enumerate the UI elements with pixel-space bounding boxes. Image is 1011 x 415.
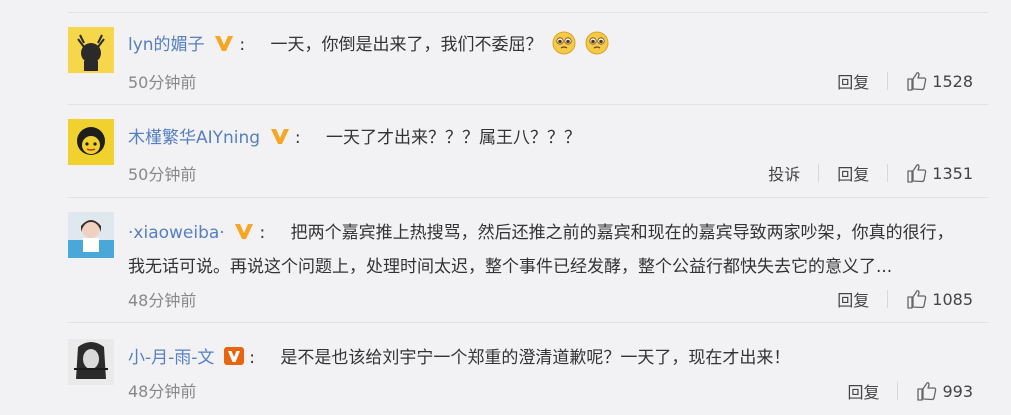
thumbs-up-icon <box>907 290 927 309</box>
action-divider <box>897 382 899 400</box>
verified-v-icon <box>235 224 254 239</box>
reply-button[interactable]: 回复 <box>837 69 869 93</box>
comment-item: ·xiaoweiba· : 把两个嘉宾推上热搜骂，然后还推之前的嘉宾和现在的嘉宾… <box>68 198 988 322</box>
comment-actions: 投诉 回复 1351 <box>768 161 973 185</box>
action-divider <box>887 290 889 308</box>
action-divider <box>887 164 889 182</box>
report-button[interactable]: 投诉 <box>768 161 800 185</box>
like-button[interactable]: 1085 <box>906 288 973 310</box>
username-link[interactable]: 木槿繁华AIYning <box>128 128 260 148</box>
like-count: 1085 <box>932 289 973 309</box>
avatar[interactable] <box>68 339 114 385</box>
comment-header: lyn的媚子 : 一天，你倒是出来了，我们不委屈？ <box>128 30 609 55</box>
pleading-face-emoji <box>552 31 576 55</box>
comment-header: 木槿繁华AIYning : 一天了才出来？？？属王八？？？ <box>128 123 581 148</box>
comment-text-line1: 把两个嘉宾推上热搜骂，然后还推之前的嘉宾和现在的嘉宾导致两家吵架，你真的很行， <box>290 223 954 243</box>
comment-panel: lyn的媚子 : 一天，你倒是出来了，我们不委屈？ 50分钟前 回复 1528 … <box>0 0 1011 415</box>
thumbs-up-icon <box>917 382 937 401</box>
comment-time: 48分钟前 <box>128 291 197 310</box>
username-link[interactable]: 小-月-雨-文 <box>128 348 214 368</box>
colon: : <box>249 348 255 368</box>
comment-header: ·xiaoweiba· : 把两个嘉宾推上热搜骂，然后还推之前的嘉宾和现在的嘉宾… <box>128 218 954 243</box>
like-button[interactable]: 993 <box>916 380 973 402</box>
comment-time: 50分钟前 <box>128 165 197 184</box>
comment-actions: 回复 1085 <box>837 287 973 311</box>
avatar[interactable] <box>68 27 114 73</box>
verified-v-icon <box>223 347 244 365</box>
comment-text: 是不是也该给刘宇宁一个郑重的澄清道歉呢？一天了，现在才出来！ <box>280 348 791 368</box>
like-button[interactable]: 1528 <box>906 70 973 92</box>
username-link[interactable]: ·xiaoweiba· <box>128 223 225 243</box>
pleading-face-emoji <box>585 31 609 55</box>
comment-item: lyn的媚子 : 一天，你倒是出来了，我们不委屈？ 50分钟前 回复 1528 <box>68 12 988 104</box>
comment-text: 一天了才出来？？？属王八？？？ <box>326 128 582 148</box>
like-count: 1528 <box>932 71 973 91</box>
thumbs-up-icon <box>907 72 927 91</box>
action-divider <box>887 72 889 90</box>
colon: : <box>259 223 266 243</box>
reply-button[interactable]: 回复 <box>837 161 869 185</box>
comment-text-line2: 我无话可说。再说这个问题上，处理时间太迟，整个事件已经发酵，整个公益行都快失去它… <box>128 257 893 277</box>
username-link[interactable]: lyn的媚子 <box>128 35 205 55</box>
colon: : <box>239 35 246 55</box>
reply-button[interactable]: 回复 <box>847 379 879 403</box>
like-button[interactable]: 1351 <box>906 162 973 184</box>
colon: : <box>294 128 301 148</box>
comment-item: 小-月-雨-文 : 是不是也该给刘宇宁一个郑重的澄清道歉呢？一天了，现在才出来！… <box>68 323 988 415</box>
avatar[interactable] <box>68 212 114 258</box>
comment-time: 48分钟前 <box>128 382 197 401</box>
comment-time: 50分钟前 <box>128 73 197 92</box>
avatar[interactable] <box>68 119 114 165</box>
reply-button[interactable]: 回复 <box>837 287 869 311</box>
comment-item: 木槿繁华AIYning : 一天了才出来？？？属王八？？？ 50分钟前 投诉 回… <box>68 105 988 197</box>
comment-text: 一天，你倒是出来了，我们不委屈？ <box>270 35 543 55</box>
verified-v-icon <box>214 36 233 51</box>
comment-actions: 回复 993 <box>847 379 973 403</box>
action-divider <box>818 164 820 182</box>
comment-text-continued: 我无话可说。再说这个问题上，处理时间太迟，整个事件已经发酵，整个公益行都快失去它… <box>128 252 892 277</box>
like-count: 993 <box>942 381 973 401</box>
like-count: 1351 <box>932 163 973 183</box>
comment-header: 小-月-雨-文 : 是不是也该给刘宇宁一个郑重的澄清道歉呢？一天了，现在才出来！ <box>128 343 790 368</box>
comment-actions: 回复 1528 <box>837 69 973 93</box>
verified-v-icon <box>270 129 289 144</box>
thumbs-up-icon <box>907 164 927 183</box>
